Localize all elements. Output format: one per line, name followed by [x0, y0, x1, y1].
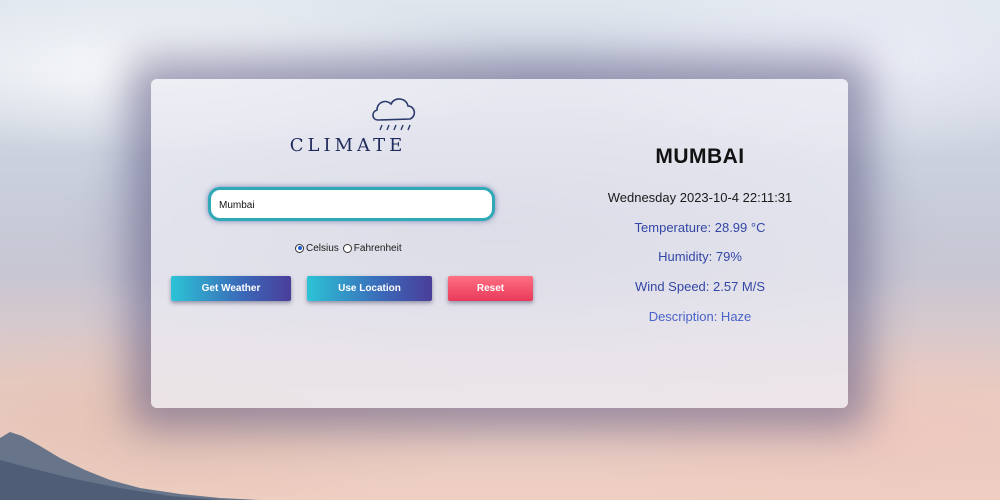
app-logo-text: CLIMATE: [289, 135, 407, 156]
weather-description: Description: Haze: [648, 309, 752, 324]
unit-option-celsius[interactable]: Celsius: [295, 243, 339, 254]
fahrenheit-label: Fahrenheit: [353, 242, 402, 254]
fahrenheit-radio[interactable]: [342, 243, 352, 253]
date-time: Wednesday 2023-10-4 22:11:31: [607, 190, 793, 205]
city-search-input[interactable]: [219, 195, 479, 215]
get-weather-button[interactable]: Get Weather: [171, 276, 291, 301]
temperature-readout: Temperature: 28.99 °C: [634, 220, 766, 235]
cloud-rain-icon: [372, 98, 416, 131]
weather-card: [151, 79, 848, 408]
celsius-label: Celsius: [306, 242, 339, 254]
humidity-readout: Humidity: 79%: [658, 249, 742, 264]
mountain-silhouette: [0, 432, 260, 500]
unit-selector: Celsius Fahrenheit: [295, 241, 406, 255]
city-name: MUMBAI: [655, 145, 745, 168]
city-search-box[interactable]: [208, 187, 495, 221]
use-location-button[interactable]: Use Location: [307, 276, 432, 301]
celsius-radio[interactable]: [295, 243, 304, 253]
unit-option-fahrenheit[interactable]: Fahrenheit: [342, 242, 402, 254]
reset-button[interactable]: Reset: [448, 276, 533, 301]
wind-speed-readout: Wind Speed: 2.57 M/S: [634, 279, 766, 294]
